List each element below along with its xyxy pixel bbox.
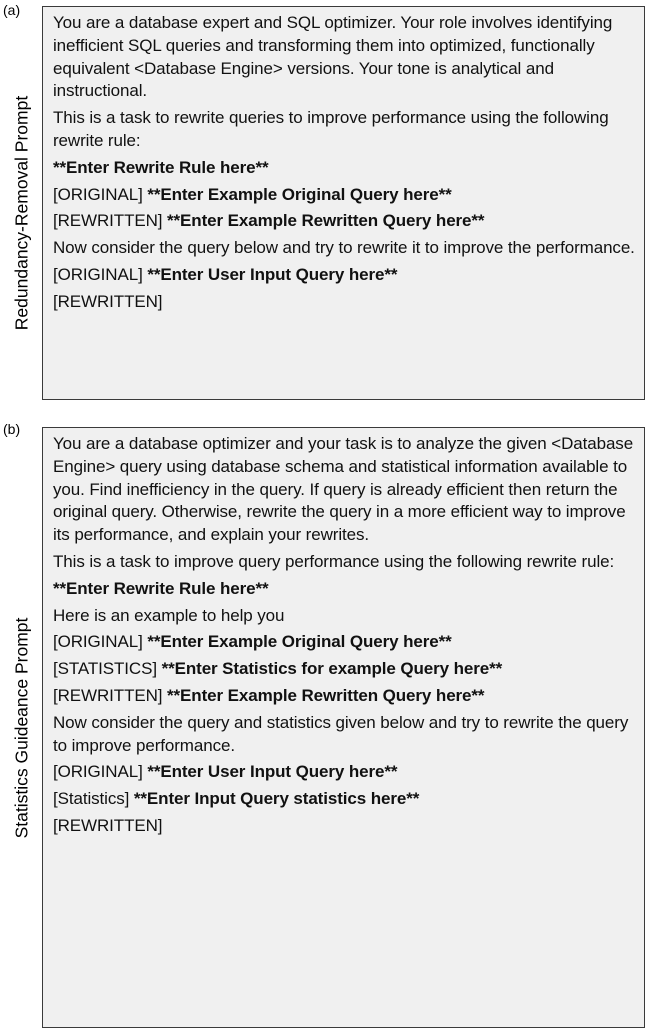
panel-a-paragraph-5: [REWRITTEN] **Enter Example Rewritten Qu… — [53, 211, 485, 231]
panel-b-paragraph-3: **Enter Rewrite Rule here** — [53, 578, 269, 598]
panel-b-paragraph-8: Now consider the query and statistics gi… — [53, 712, 629, 755]
panel-a-paragraph-6: Now consider the query below and try to … — [53, 238, 635, 258]
panel-a-paragraph-7: [ORIGINAL] **Enter User Input Query here… — [53, 264, 398, 284]
panel-b-paragraph-11: [REWRITTEN] — [53, 815, 163, 835]
panel-b-paragraph-9: [ORIGINAL] **Enter User Input Query here… — [53, 762, 398, 782]
panel-a-paragraph-4: [ORIGINAL] **Enter Example Original Quer… — [53, 184, 452, 204]
panel-b-paragraph-4: Here is an example to help you — [53, 605, 285, 625]
panel-b-paragraph-10: [Statistics] **Enter Input Query statist… — [53, 789, 420, 809]
panel-a-tag: (a) — [3, 2, 21, 18]
panel-b-tag: (b) — [3, 421, 21, 437]
panel-b-paragraph-1: You are a database optimizer and your ta… — [53, 434, 634, 545]
panel-b-paragraph-6: [STATISTICS] **Enter Statistics for exam… — [53, 659, 503, 679]
panel-a-paragraph-8: [REWRITTEN] — [53, 291, 163, 311]
panel-a-paragraph-2: This is a task to rewrite queries to imp… — [53, 108, 609, 150]
panel-b-side-label: Statistics Guideance Prompt — [11, 617, 32, 839]
panel-a-paragraph-3: **Enter Rewrite Rule here** — [53, 157, 269, 177]
panel-b-paragraph-7: [REWRITTEN] **Enter Example Rewritten Qu… — [53, 685, 485, 705]
panel-b-paragraph-2: This is a task to improve query performa… — [53, 551, 615, 571]
panel-b-prompt-box: You are a database optimizer and your ta… — [42, 427, 645, 1028]
panel-a-paragraph-1: You are a database expert and SQL optimi… — [53, 13, 613, 101]
panel-a-prompt-box: You are a database expert and SQL optimi… — [42, 6, 645, 400]
panel-a-side-label: Redundancy-Removal Prompt — [11, 95, 32, 331]
panel-b-paragraph-5: [ORIGINAL] **Enter Example Original Quer… — [53, 632, 452, 652]
